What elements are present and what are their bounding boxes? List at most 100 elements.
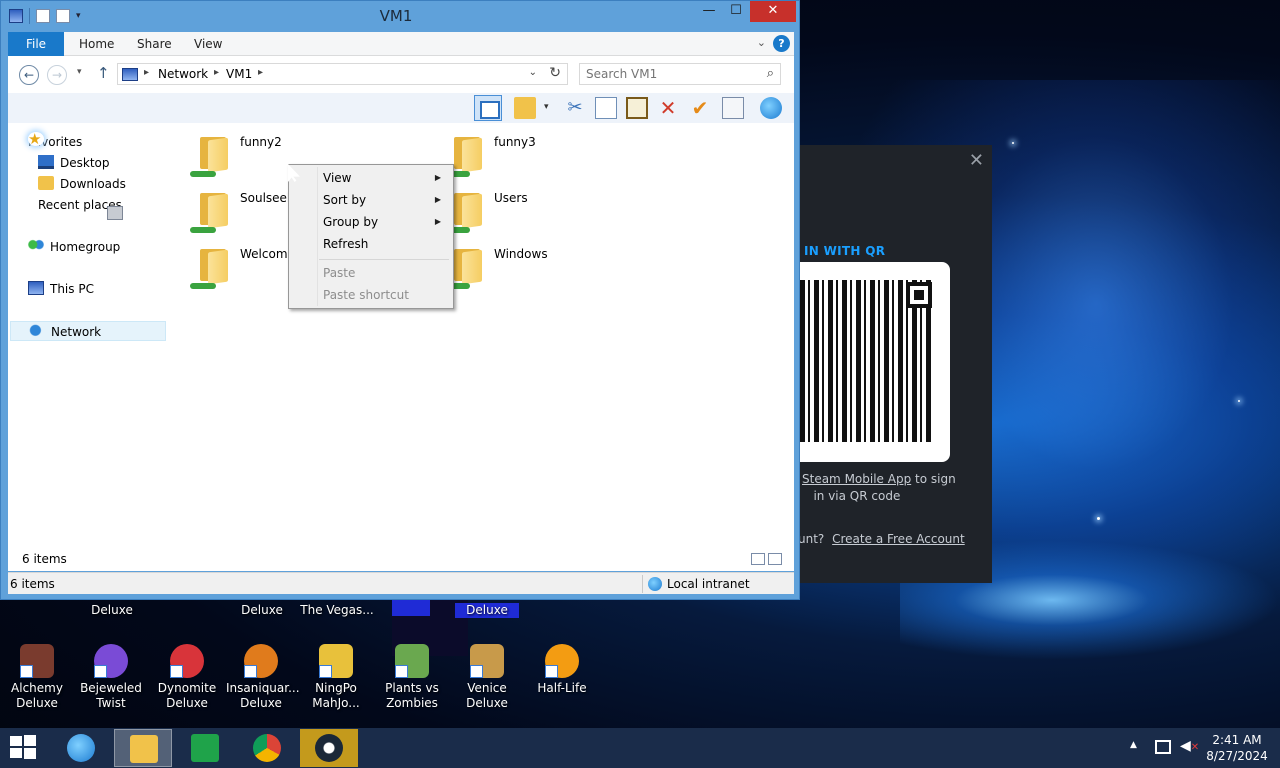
desktop-icon-label: NingPo MahJo... xyxy=(312,681,360,710)
submenu-arrow-icon: ▶ xyxy=(434,173,441,182)
navigation-pane: ★ Favorites Desktop Downloads Recent plac… xyxy=(8,123,173,571)
breadcrumb-separator-icon[interactable]: ▸ xyxy=(214,67,219,78)
folder-options-icon[interactable] xyxy=(514,97,536,119)
status-divider xyxy=(642,575,643,593)
show-hidden-icons-icon[interactable]: ▲ xyxy=(1130,740,1137,750)
cut-icon[interactable]: ✂ xyxy=(564,97,586,119)
shared-folder-icon xyxy=(188,243,234,291)
desktop-icon-bejeweled-twist[interactable]: Bejeweled Twist xyxy=(76,644,146,711)
help-icon[interactable]: ? xyxy=(773,35,790,52)
breadcrumb-separator-icon[interactable]: ▸ xyxy=(144,67,149,78)
desktop-icon-label[interactable]: Deluxe xyxy=(455,603,519,618)
window-title: VM1 xyxy=(379,7,413,25)
search-input[interactable] xyxy=(586,67,756,81)
desktop-icon-ningpo-mahjong[interactable]: NingPo MahJo... xyxy=(301,644,371,711)
internet-explorer-taskbar-button[interactable] xyxy=(52,729,110,767)
nav-network[interactable]: Network xyxy=(10,321,166,341)
menu-item-refresh[interactable]: Refresh xyxy=(291,233,451,255)
tab-share[interactable]: Share xyxy=(137,32,172,56)
half-life-icon xyxy=(545,644,579,678)
desktop-icon-label[interactable]: Deluxe xyxy=(80,603,144,618)
taskbar: ▲ ◀✕ 2:41 AM 8/27/2024 xyxy=(0,728,1280,768)
menu-item-sort-by[interactable]: Sort by ▶ xyxy=(291,189,451,211)
large-icons-view-icon[interactable] xyxy=(768,553,782,565)
menu-item-group-by[interactable]: Group by ▶ xyxy=(291,211,451,233)
steam-icon xyxy=(315,734,343,762)
nav-favorites[interactable]: ★ Favorites xyxy=(28,132,82,152)
paste-icon[interactable] xyxy=(626,97,648,119)
minimize-button[interactable]: — xyxy=(696,1,722,22)
venice-icon xyxy=(470,644,504,678)
chrome-taskbar-button[interactable] xyxy=(238,729,296,767)
nav-recent-places[interactable]: Recent places xyxy=(38,195,123,220)
back-button[interactable]: ← xyxy=(19,65,39,85)
desktop-icon-venice-deluxe[interactable]: Venice Deluxe xyxy=(452,644,522,711)
store-taskbar-button[interactable] xyxy=(176,729,234,767)
steam-mobile-app-link[interactable]: Steam Mobile App xyxy=(802,472,911,486)
menu-separator xyxy=(319,259,449,260)
alchemy-icon xyxy=(20,644,54,678)
network-status-icon[interactable] xyxy=(1155,740,1171,754)
search-box[interactable]: ⌕ xyxy=(579,63,781,85)
homegroup-icon xyxy=(28,239,44,253)
nav-label: Downloads xyxy=(60,177,126,191)
folder-options-dropdown-icon[interactable]: ▾ xyxy=(544,102,554,124)
desktop-icon-half-life[interactable]: Half-Life xyxy=(527,644,597,696)
desktop-icon-insaniquarium-deluxe[interactable]: Insaniquar... Deluxe xyxy=(226,644,300,711)
address-dropdown-icon[interactable]: ⌄ xyxy=(529,67,537,78)
nav-homegroup[interactable]: Homegroup xyxy=(28,237,120,257)
details-view-icon[interactable] xyxy=(751,553,765,565)
nav-downloads[interactable]: Downloads xyxy=(38,174,126,194)
menu-item-view[interactable]: View ▶ xyxy=(291,167,451,189)
maximize-button[interactable]: ☐ xyxy=(723,1,749,22)
rename-icon[interactable] xyxy=(722,97,744,119)
search-icon[interactable]: ⌕ xyxy=(767,66,774,81)
create-account-link[interactable]: Create a Free Account xyxy=(832,532,965,546)
nav-this-pc[interactable]: This PC xyxy=(28,279,94,299)
desktop-icon-alchemy-deluxe[interactable]: Alchemy Deluxe xyxy=(2,644,72,711)
folder-name: Users xyxy=(494,191,528,205)
network-globe-icon[interactable] xyxy=(760,97,782,119)
clock[interactable]: 2:41 AM 8/27/2024 xyxy=(1204,732,1270,764)
desktop-icon-label: Insaniquar... Deluxe xyxy=(226,681,300,710)
desktop-icon-plants-vs-zombies[interactable]: Plants vs Zombies xyxy=(377,644,447,711)
nav-label: Desktop xyxy=(60,156,110,170)
clock-time: 2:41 AM xyxy=(1212,733,1262,747)
title-bar[interactable]: ▾ VM1 — ☐ ✕ xyxy=(1,1,799,31)
ningpo-icon xyxy=(319,644,353,678)
intranet-globe-icon xyxy=(648,577,662,591)
tab-file[interactable]: File xyxy=(8,32,64,56)
up-button[interactable]: ↑ xyxy=(97,64,110,82)
copy-icon[interactable] xyxy=(595,97,617,119)
desktop-icon-label[interactable]: Deluxe xyxy=(230,603,294,618)
start-button[interactable] xyxy=(8,735,38,760)
properties-check-icon[interactable]: ✔ xyxy=(689,97,711,119)
desktop-icon-dynomite-deluxe[interactable]: Dynomite Deluxe xyxy=(152,644,222,711)
breadcrumb-vm1[interactable]: VM1 xyxy=(226,67,252,81)
steam-account-prompt: unt? Create a Free Account xyxy=(798,532,965,546)
breadcrumb-separator-icon[interactable]: ▸ xyxy=(258,67,263,78)
volume-muted-icon[interactable]: ◀✕ xyxy=(1180,738,1199,754)
tab-view[interactable]: View xyxy=(194,32,222,56)
file-explorer-taskbar-button[interactable] xyxy=(114,729,172,767)
forward-button[interactable]: → xyxy=(47,65,67,85)
menu-item-paste-shortcut[interactable]: Paste shortcut xyxy=(291,284,451,306)
steam-close-button[interactable]: ✕ xyxy=(969,150,984,171)
expand-ribbon-chevron-icon[interactable]: ⌄ xyxy=(757,36,766,49)
status-bar: 6 items Local intranet xyxy=(8,572,794,594)
nav-desktop[interactable]: Desktop xyxy=(38,153,110,173)
desktop-icon-label[interactable]: The Vegas... xyxy=(298,603,376,618)
zone-label: Local intranet xyxy=(667,577,750,591)
close-button[interactable]: ✕ xyxy=(750,1,796,22)
address-bar[interactable]: ▸ Network ▸ VM1 ▸ ⌄ ↻ xyxy=(117,63,568,85)
recent-locations-chevron-icon[interactable]: ▾ xyxy=(77,67,82,77)
refresh-icon[interactable]: ↻ xyxy=(549,65,561,81)
steam-taskbar-button[interactable] xyxy=(300,729,358,767)
tab-home[interactable]: Home xyxy=(79,32,114,56)
shared-folder-icon xyxy=(188,131,234,179)
layout-pane-icon[interactable] xyxy=(474,95,502,121)
menu-item-paste[interactable]: Paste xyxy=(291,262,451,284)
delete-icon[interactable]: ✕ xyxy=(657,97,679,119)
view-switcher xyxy=(748,553,784,567)
breadcrumb-network[interactable]: Network xyxy=(158,67,208,81)
